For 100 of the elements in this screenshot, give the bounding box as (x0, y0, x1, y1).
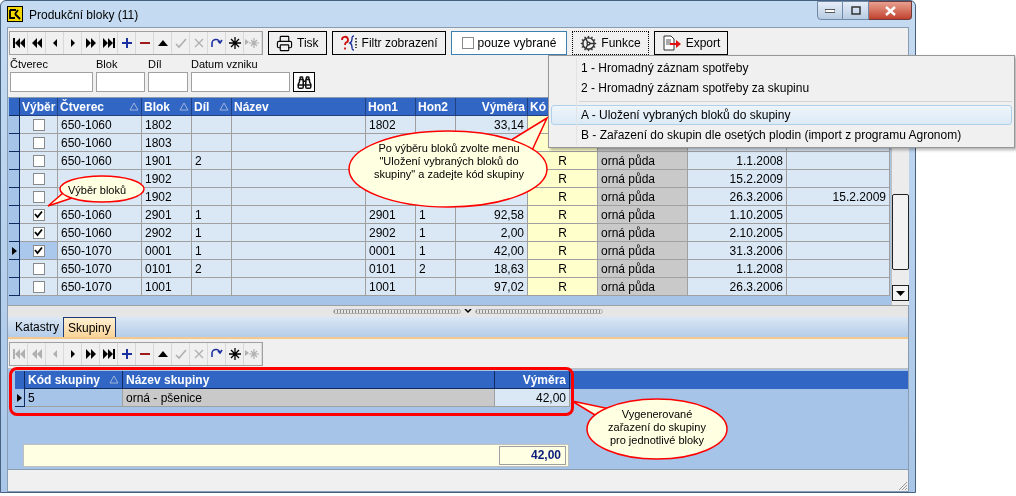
table-cell: 1803 (142, 134, 192, 152)
filter-field[interactable] (148, 72, 188, 92)
row-indicator[interactable] (9, 278, 20, 296)
table-cell: orná - pšenice (123, 389, 495, 407)
checkbox[interactable] (32, 190, 45, 203)
row-indicator[interactable] (9, 188, 20, 206)
first-record-icon (12, 38, 25, 48)
field-label: Čtverec (10, 58, 49, 71)
scrollbar-thumb[interactable] (892, 194, 909, 270)
toolbar-button[interactable]: Funkce (572, 31, 649, 55)
checkbox[interactable] (32, 244, 45, 257)
table-cell: 15.2.2009 (787, 188, 890, 206)
table-cell: orná půda (598, 206, 688, 224)
gears-icon (580, 34, 598, 52)
toolbar-button[interactable] (100, 32, 118, 54)
row-indicator[interactable] (9, 224, 20, 242)
table-cell: 18,63 (456, 260, 528, 278)
tab[interactable]: Skupiny (63, 317, 116, 337)
menu-item[interactable]: 2 - Hromadný záznam spotřeby za skupinu (551, 78, 1012, 98)
menu-item[interactable]: 1 - Hromadný záznam spotřeby (551, 58, 1012, 78)
menu-item[interactable]: B - Zařazení do skupin dle osetých plodin (import z programu Agronom) (551, 125, 1012, 145)
table-cell: 2.10.2005 (688, 224, 787, 242)
menu-item[interactable]: A - Uložení vybraných bloků do skupiny (551, 105, 1012, 125)
table-cell: 97,02 (456, 278, 528, 296)
table-cell: 650-1070 (58, 260, 142, 278)
cross-icon (193, 348, 204, 359)
row-indicator[interactable] (9, 116, 20, 134)
minus-icon (139, 352, 150, 355)
table-cell: 31.3.2006 (688, 242, 787, 260)
checkbox[interactable] (32, 154, 45, 167)
filter-field[interactable] (96, 72, 145, 92)
window-title: Produkční bloky (11) (29, 7, 139, 24)
up-triangle-icon (157, 40, 168, 46)
checkmark-icon (174, 348, 187, 359)
row-indicator[interactable] (9, 152, 20, 170)
close-icon (884, 5, 896, 16)
row-indicator[interactable] (9, 260, 20, 278)
insert-icon (245, 347, 260, 360)
filter-field[interactable] (10, 72, 93, 92)
binoculars-icon (296, 74, 312, 90)
next-icon (70, 39, 75, 47)
table-cell (192, 170, 232, 188)
filter-icon (339, 35, 358, 51)
table-cell: 0101 (366, 260, 416, 278)
table-cell: 1 (416, 224, 456, 242)
down-arrow-icon (896, 290, 905, 296)
resize-grip-icon (897, 480, 908, 491)
plus-icon (121, 348, 132, 359)
row-indicator[interactable] (9, 206, 20, 224)
checkbox-button[interactable]: pouze vybrané (450, 31, 568, 55)
fast-forward-icon (85, 348, 96, 359)
table-cell: 15.2.2009 (688, 170, 787, 188)
app-icon (7, 6, 23, 22)
toolbar-button[interactable] (226, 342, 244, 365)
field-label: Díl (148, 58, 163, 71)
checkbox[interactable] (32, 280, 45, 293)
table-cell: 1901 (142, 152, 192, 170)
minus-icon (139, 42, 150, 44)
toolbar-button[interactable] (208, 342, 226, 365)
minimize-button[interactable] (817, 1, 843, 20)
table-cell (192, 116, 232, 134)
row-indicator[interactable] (9, 170, 20, 188)
scroll-down-button[interactable] (892, 285, 909, 301)
filter-field[interactable] (191, 72, 290, 92)
checkbox[interactable] (32, 118, 45, 131)
search-button[interactable] (293, 72, 315, 92)
asterisk-icon (228, 347, 241, 360)
table-cell: 42,00 (456, 242, 528, 260)
maximize-button[interactable] (843, 1, 869, 20)
table-cell: 1802 (142, 116, 192, 134)
checkbox[interactable] (32, 208, 45, 221)
toolbar-button[interactable]: Filtr zobrazení (331, 31, 446, 55)
toolbar-button[interactable] (226, 32, 244, 54)
table-cell: orná půda (598, 170, 688, 188)
table-cell (416, 278, 456, 296)
last-record-icon (102, 38, 115, 48)
toolbar-button[interactable] (208, 32, 226, 54)
checkbox[interactable] (32, 262, 45, 275)
toolbar-button[interactable] (10, 32, 28, 54)
checkmark-icon (174, 38, 187, 48)
checkbox[interactable] (32, 136, 45, 149)
field-label: Blok (96, 58, 119, 71)
up-triangle-icon (157, 350, 168, 357)
checkbox[interactable] (32, 226, 45, 239)
checkbox (461, 37, 474, 49)
close-button[interactable] (869, 1, 912, 20)
toolbar-button[interactable]: Export (653, 31, 729, 55)
table-cell: 26.3.2006 (688, 278, 787, 296)
table-cell: 0001 (142, 242, 192, 260)
row-indicator[interactable] (9, 134, 20, 152)
table-cell (192, 188, 232, 206)
asterisk-icon (228, 37, 241, 49)
table-cell: 2902 (366, 224, 416, 242)
table-cell: 650-1060 (58, 152, 142, 170)
toolbar-button[interactable]: Tisk (268, 31, 327, 55)
table-cell: 0001 (366, 242, 416, 260)
toolbar-button[interactable] (100, 342, 118, 365)
tab[interactable]: Katastry (11, 317, 63, 337)
checkbox[interactable] (32, 172, 45, 185)
row-indicator[interactable] (9, 242, 20, 260)
